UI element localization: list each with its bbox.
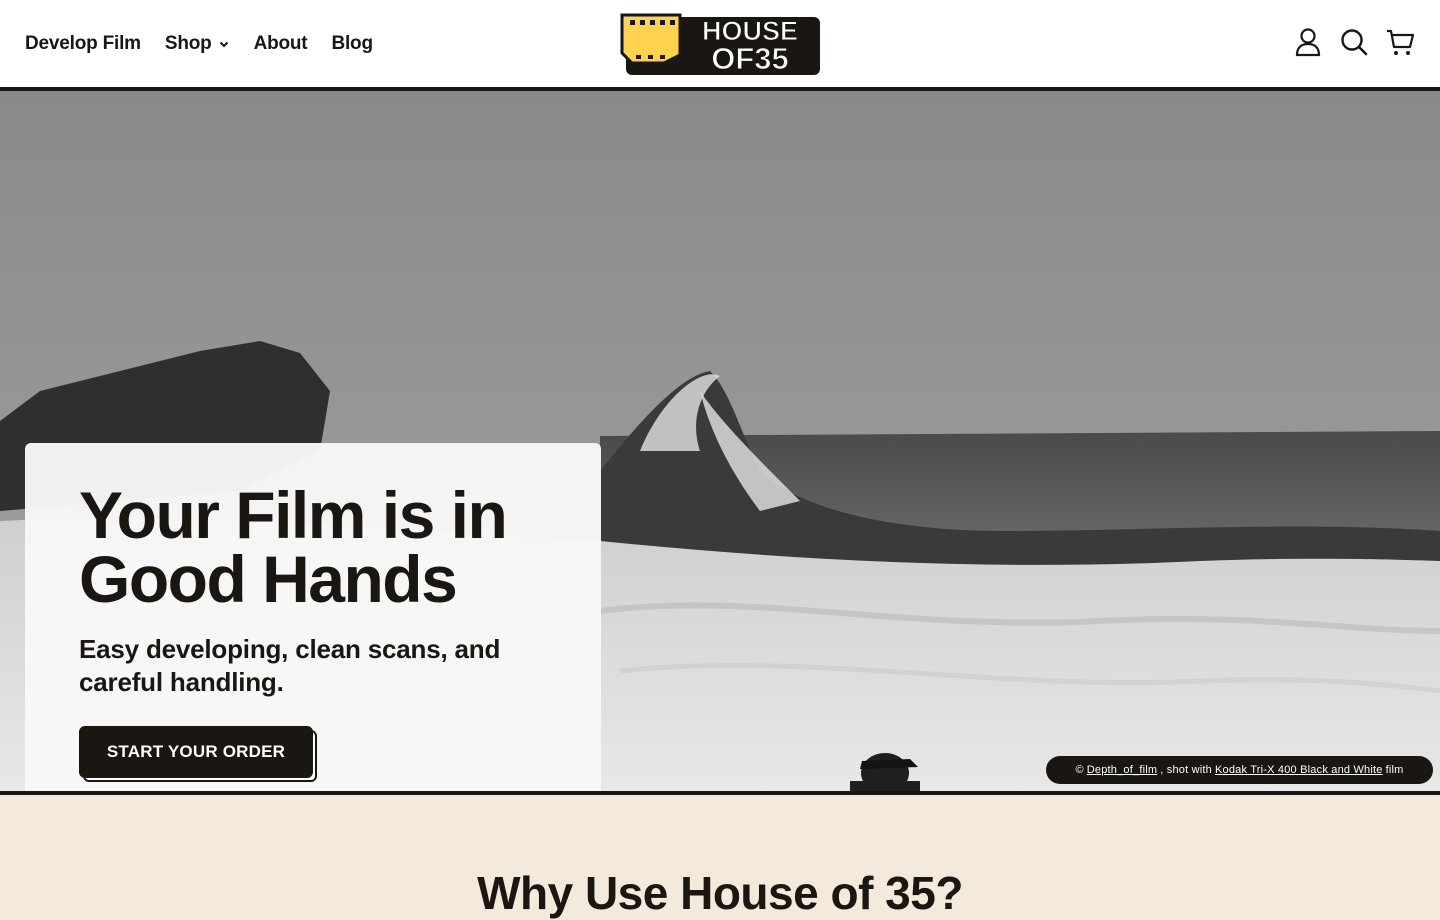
cta-wrapper: START YOUR ORDER (79, 726, 317, 782)
nav-about[interactable]: About (254, 33, 308, 55)
credit-middle-text: , shot with (1160, 764, 1212, 776)
hero-title: Your Film is in Good Hands (79, 478, 508, 616)
chevron-down-icon (219, 41, 228, 47)
credit-suffix-text: film (1385, 764, 1404, 776)
hero-divider (0, 791, 1440, 795)
section-title: Why Use House of 35? (477, 867, 963, 919)
cart-icon[interactable] (1386, 27, 1414, 57)
hero-card: Your Film is in Good Hands Easy developi… (25, 443, 601, 791)
main-nav: Develop Film Shop About Blog (25, 0, 373, 87)
header-actions (1294, 27, 1414, 57)
credit-film-link[interactable]: Kodak Tri-X 400 Black and White (1215, 764, 1383, 776)
copyright-symbol: © (1075, 764, 1084, 776)
nav-blog[interactable]: Blog (331, 33, 373, 55)
hero-section: Your Film is in Good Hands Easy developi… (0, 91, 1440, 791)
photo-credit-badge: © Depth_of_film, shot with Kodak Tri-X 4… (1046, 756, 1433, 784)
start-order-button[interactable]: START YOUR ORDER (79, 726, 313, 778)
nav-shop-label: Shop (164, 32, 212, 54)
nav-develop-film[interactable]: Develop Film (25, 33, 141, 55)
logo-text-line2: OF35 (711, 41, 789, 75)
credit-author-link[interactable]: Depth_of_film (1087, 764, 1157, 776)
nav-shop[interactable]: Shop (165, 33, 230, 55)
house-of-35-logo[interactable]: HOUSE OF35 (620, 11, 820, 75)
account-icon[interactable] (1294, 27, 1322, 57)
search-icon[interactable] (1340, 27, 1368, 57)
site-header: Develop Film Shop About Blog HOUSE OF35 (0, 0, 1440, 87)
hero-subtitle: Easy developing, clean scans, and carefu… (79, 634, 501, 697)
